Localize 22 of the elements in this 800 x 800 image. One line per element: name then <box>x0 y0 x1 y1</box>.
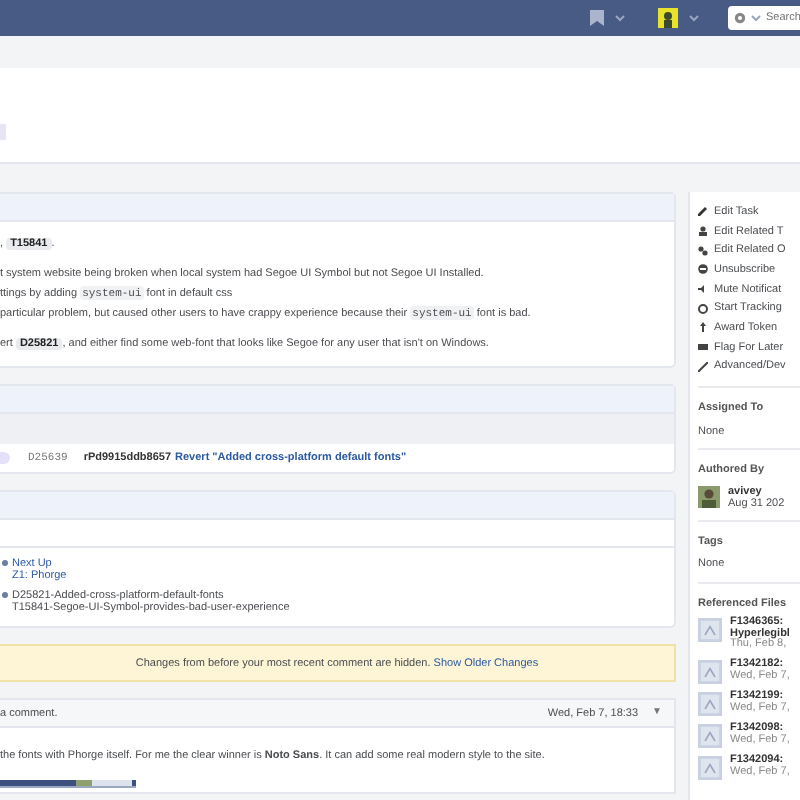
pencil-icon <box>698 206 708 217</box>
file-icon <box>698 723 722 748</box>
bullet-icon <box>2 591 8 598</box>
user-avatar <box>698 485 720 508</box>
bullet-icon <box>2 560 8 566</box>
file-icon <box>698 618 722 643</box>
circle-icon <box>698 303 708 314</box>
bookmark-icon[interactable] <box>590 10 604 26</box>
user-avatar[interactable] <box>658 8 678 28</box>
gear-icon[interactable] <box>734 12 746 24</box>
person-icon <box>698 226 708 237</box>
file-icon <box>698 659 722 684</box>
file-icon <box>698 691 722 716</box>
caret-icon[interactable] <box>614 12 626 24</box>
flag-icon <box>698 342 708 353</box>
status-tag <box>0 452 10 464</box>
pencil-icon <box>698 361 708 372</box>
minus-circle-icon <box>698 264 708 275</box>
file-icon <box>698 755 722 780</box>
caret-icon[interactable] <box>750 12 762 24</box>
caret-icon[interactable] <box>688 12 700 24</box>
speaker-icon <box>698 284 708 295</box>
